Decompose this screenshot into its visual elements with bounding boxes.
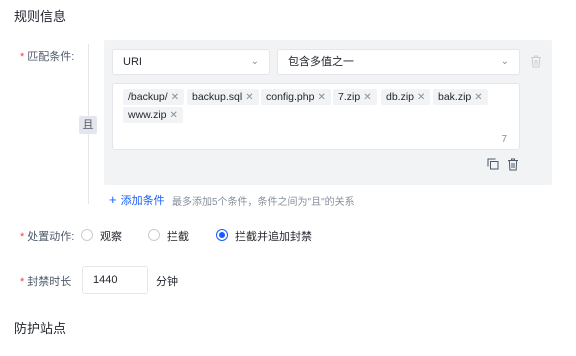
- close-icon[interactable]: ✕: [170, 110, 178, 121]
- radio-block-and-ban[interactable]: [216, 229, 228, 241]
- close-icon[interactable]: ✕: [171, 92, 179, 103]
- close-icon[interactable]: ✕: [417, 92, 425, 103]
- trash-icon[interactable]: [507, 158, 519, 171]
- ban-duration-label: * 封禁时长: [20, 276, 72, 288]
- add-condition-hint: 最多添加5个条件，条件之间为"且"的关系: [172, 197, 355, 208]
- value-count: 7: [501, 134, 507, 145]
- value-tag: /backup/✕: [123, 89, 185, 105]
- and-badge: 且: [79, 116, 97, 134]
- plus-icon: +: [109, 192, 117, 207]
- ban-duration-unit: 分钟: [156, 276, 178, 288]
- add-condition-button[interactable]: + 添加条件: [109, 192, 165, 208]
- radio-block-and-ban-label[interactable]: 拦截并追加封禁: [235, 228, 312, 244]
- value-tag: config.php ✕: [261, 89, 331, 105]
- value-tag: bak.zip ✕: [433, 89, 488, 105]
- radio-block[interactable]: [148, 229, 160, 241]
- value-tag: backup.sql ✕: [187, 89, 259, 105]
- ban-duration-input[interactable]: 1440: [82, 266, 148, 294]
- action-label: * 处置动作:: [20, 231, 75, 243]
- radio-observe-label[interactable]: 观察: [100, 228, 122, 244]
- operator-select[interactable]: 包含多值之一 ⌄: [277, 49, 520, 75]
- close-icon[interactable]: ✕: [245, 92, 253, 103]
- field-select[interactable]: URI ⌄: [112, 49, 270, 75]
- chevron-down-icon: ⌄: [500, 56, 509, 67]
- value-tag: db.zip ✕: [381, 89, 431, 105]
- copy-icon[interactable]: [487, 158, 499, 170]
- radio-block-label[interactable]: 拦截: [167, 228, 189, 244]
- radio-observe[interactable]: [81, 229, 93, 241]
- trash-icon[interactable]: [530, 55, 542, 68]
- close-icon[interactable]: ✕: [363, 92, 371, 103]
- match-values-input[interactable]: /backup/✕ backup.sql ✕ config.php ✕ 7.zip ✕…: [112, 83, 520, 150]
- chevron-down-icon: ⌄: [250, 56, 259, 67]
- close-icon[interactable]: ✕: [317, 92, 325, 103]
- value-tag: 7.zip ✕: [333, 89, 377, 105]
- match-condition-label: * 匹配条件:: [20, 51, 75, 63]
- value-tag: www.zip ✕: [123, 107, 183, 123]
- rule-info-title: 规则信息: [14, 9, 67, 24]
- protected-sites-title: 防护站点: [14, 321, 67, 336]
- close-icon[interactable]: ✕: [474, 92, 482, 103]
